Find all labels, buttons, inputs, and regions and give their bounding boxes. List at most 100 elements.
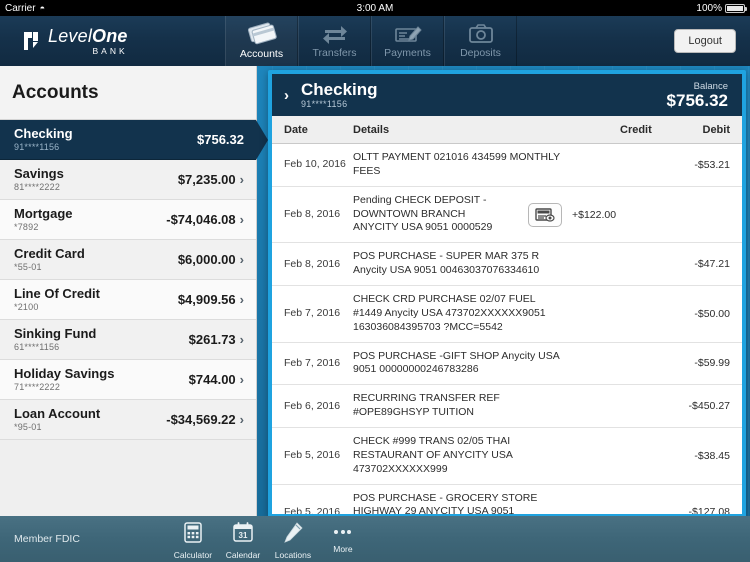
table-row[interactable]: Feb 8, 2016 Pending CHECK DEPOSIT - DOWN… bbox=[272, 187, 742, 244]
panel-account-info: Checking 91****1156 bbox=[301, 80, 378, 109]
transaction-date: Feb 7, 2016 bbox=[284, 356, 341, 369]
account-number: 71****2222 bbox=[14, 382, 61, 393]
transaction-date: Feb 6, 2016 bbox=[284, 399, 341, 412]
nav-tab-list: Accounts Transfers Payments Deposits bbox=[225, 16, 517, 66]
account-balance: -$34,569.22 bbox=[166, 412, 236, 427]
table-row[interactable]: Feb 5, 2016 POS PURCHASE - GROCERY STORE… bbox=[272, 485, 742, 514]
logout-button[interactable]: Logout bbox=[674, 29, 736, 53]
table-row[interactable]: Feb 7, 2016 CHECK CRD PURCHASE 02/07 FUE… bbox=[272, 286, 742, 343]
footer-tab-calculator[interactable]: Calculator bbox=[168, 521, 218, 560]
account-row-holiday-savings[interactable]: Holiday Savings 71****2222 $744.00 › bbox=[0, 360, 256, 400]
brand-name-light: Level bbox=[48, 25, 93, 46]
accounts-sidebar: Accounts Checking 91****1156 $756.32 › S… bbox=[0, 66, 268, 528]
account-row-mortgage[interactable]: Mortgage *7892 -$74,046.08 › bbox=[0, 200, 256, 240]
panel-balance-group: Balance $756.32 bbox=[667, 81, 728, 110]
transaction-image-slot bbox=[518, 202, 572, 227]
transactions-scroll-area[interactable]: Feb 10, 2016 OLTT PAYMENT 021016 434599 … bbox=[272, 144, 742, 514]
ellipsis-icon bbox=[334, 522, 352, 542]
cards-icon bbox=[247, 22, 277, 46]
account-balance-group: -$34,569.22 › bbox=[166, 412, 244, 427]
account-name: Loan Account bbox=[14, 405, 101, 421]
nav-tab-accounts[interactable]: Accounts bbox=[225, 16, 298, 66]
panel-balance-label: Balance bbox=[693, 80, 728, 92]
sidebar-header: Accounts bbox=[0, 66, 256, 120]
logout-container: Logout bbox=[674, 16, 750, 66]
transaction-debit: -$38.45 bbox=[694, 449, 730, 462]
transaction-debit: -$59.99 bbox=[694, 357, 730, 370]
transaction-details: POS PURCHASE - GROCERY STORE HIGHWAY 29 … bbox=[353, 491, 538, 514]
table-row[interactable]: Feb 10, 2016 OLTT PAYMENT 021016 434599 … bbox=[272, 144, 742, 187]
footer-tab-label: Calendar bbox=[225, 549, 261, 560]
footer-tab-list: Calculator 31 Calendar Locations More bbox=[168, 519, 368, 560]
transaction-details: Pending CHECK DEPOSIT - DOWNTOWN BRANCH … bbox=[353, 193, 493, 234]
brand-subtitle: BANK bbox=[92, 45, 128, 56]
account-number: *95-01 bbox=[14, 422, 42, 433]
transactions-panel-header: › Checking 91****1156 Balance $756.32 bbox=[272, 74, 742, 116]
account-balance: $756.32 bbox=[197, 132, 244, 147]
view-check-image-button[interactable] bbox=[528, 202, 562, 227]
nav-tab-deposits[interactable]: Deposits bbox=[444, 16, 517, 66]
account-row-checking[interactable]: Checking 91****1156 $756.32 › bbox=[0, 120, 268, 160]
panel-balance-amount: $756.32 bbox=[666, 90, 728, 110]
footer-tab-label: Calculator bbox=[173, 549, 213, 560]
account-row-credit-card[interactable]: Credit Card *55-01 $6,000.00 › bbox=[0, 240, 256, 280]
account-balance: -$74,046.08 bbox=[166, 212, 236, 227]
account-name: Checking bbox=[14, 125, 73, 141]
brand-wordmark: LevelOne BANK bbox=[48, 27, 128, 56]
account-row-loan-account[interactable]: Loan Account *95-01 -$34,569.22 › bbox=[0, 400, 256, 440]
account-balance-group: $7,235.00 › bbox=[178, 172, 244, 187]
account-info: Checking 91****1156 bbox=[14, 125, 73, 153]
brand-logo[interactable]: LevelOne BANK bbox=[0, 16, 225, 66]
account-number: 61****1156 bbox=[14, 342, 60, 353]
battery-percent-label: 100% bbox=[696, 2, 722, 14]
footer-tab-more[interactable]: More bbox=[318, 522, 368, 554]
footer-tab-calendar[interactable]: 31 Calendar bbox=[218, 521, 268, 560]
brand-name-bold: One bbox=[92, 25, 128, 46]
account-name: Mortgage bbox=[14, 205, 73, 221]
check-image-icon bbox=[535, 207, 555, 222]
account-number: *55-01 bbox=[14, 262, 42, 273]
account-balance: $4,909.56 bbox=[177, 292, 236, 307]
chevron-right-icon: › bbox=[239, 292, 244, 307]
transaction-date: Feb 10, 2016 bbox=[284, 158, 346, 171]
transfer-arrows-icon bbox=[321, 23, 349, 45]
account-balance-group: -$74,046.08 › bbox=[166, 212, 244, 227]
account-balance: $6,000.00 bbox=[177, 252, 236, 267]
account-row-savings[interactable]: Savings 81****2222 $7,235.00 › bbox=[0, 160, 256, 200]
account-balance: $261.73 bbox=[188, 332, 236, 347]
account-balance: $744.00 bbox=[188, 372, 236, 387]
check-pen-icon bbox=[394, 23, 422, 45]
transaction-date: Feb 8, 2016 bbox=[284, 257, 341, 270]
account-name: Sinking Fund bbox=[14, 325, 97, 341]
footer-tab-locations[interactable]: Locations bbox=[268, 521, 318, 560]
column-header-debit: Debit bbox=[702, 124, 731, 136]
transactions-column-headers: Date Details Credit Debit bbox=[272, 116, 742, 144]
nav-tab-transfers[interactable]: Transfers bbox=[298, 16, 371, 66]
table-row[interactable]: Feb 7, 2016 POS PURCHASE -GIFT SHOP Anyc… bbox=[272, 343, 742, 386]
chevron-right-icon[interactable]: › bbox=[284, 87, 289, 104]
account-row-line-of-credit[interactable]: Line Of Credit *2100 $4,909.56 › bbox=[0, 280, 256, 320]
account-row-sinking-fund[interactable]: Sinking Fund 61****1156 $261.73 › bbox=[0, 320, 256, 360]
chevron-right-icon: › bbox=[239, 412, 244, 427]
calendar-icon: 31 bbox=[233, 521, 253, 548]
status-bar-time: 3:00 AM bbox=[356, 2, 394, 14]
table-row[interactable]: Feb 8, 2016 POS PURCHASE - SUPER MAR 375… bbox=[272, 243, 742, 287]
bottom-toolbar: Member FDIC Calculator 31 Calendar Locat… bbox=[0, 516, 750, 562]
column-header-details: Details bbox=[353, 124, 390, 136]
nav-tab-label: Accounts bbox=[239, 48, 284, 60]
nav-tab-label: Payments bbox=[384, 47, 431, 59]
table-row[interactable]: Feb 5, 2016 CHECK #999 TRANS 02/05 THAI … bbox=[272, 428, 742, 485]
account-info: Savings 81****2222 bbox=[14, 166, 64, 193]
transaction-details: RECURRING TRANSFER REF #OPE89GHSYP TUITI… bbox=[353, 392, 500, 419]
transaction-details: CHECK CRD PURCHASE 02/07 FUEL #1449 Anyc… bbox=[353, 293, 546, 333]
account-number: 81****2222 bbox=[14, 182, 61, 193]
account-info: Mortgage *7892 bbox=[14, 205, 73, 233]
levelone-logo-icon bbox=[22, 30, 41, 52]
account-name: Credit Card bbox=[14, 245, 85, 261]
account-balance-group: $4,909.56 › bbox=[178, 292, 244, 307]
table-row[interactable]: Feb 6, 2016 RECURRING TRANSFER REF #OPE8… bbox=[272, 385, 742, 429]
transactions-panel: › Checking 91****1156 Balance $756.32 Da… bbox=[268, 70, 746, 518]
chevron-right-icon: › bbox=[239, 332, 244, 347]
calculator-icon bbox=[184, 521, 202, 548]
nav-tab-payments[interactable]: Payments bbox=[371, 16, 444, 66]
